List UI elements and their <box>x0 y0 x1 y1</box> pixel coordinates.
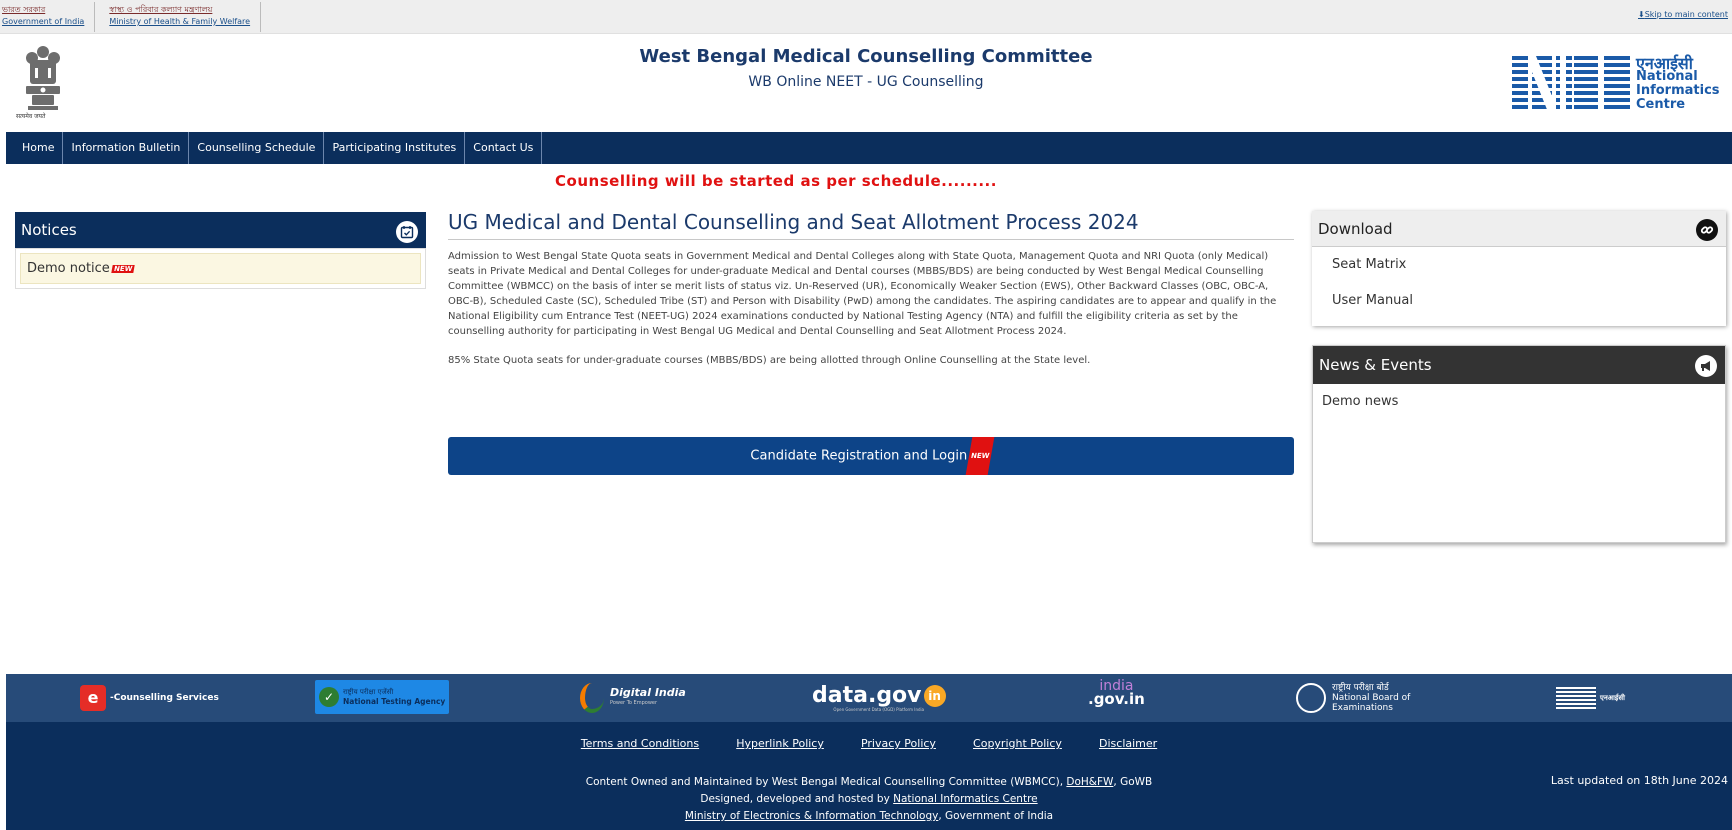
footer-link-terms[interactable]: Terms and Conditions <box>581 737 699 750</box>
cta-label: Candidate Registration and Login <box>750 448 968 464</box>
credit-line-2: Designed, developed and hosted by Nation… <box>700 793 1038 805</box>
digital-india-logo[interactable]: Digital India Power To Empower <box>580 680 686 716</box>
nav-information-bulletin[interactable]: Information Bulletin <box>63 132 190 164</box>
datagov-in-icon: in <box>923 684 946 707</box>
scrolling-announcement: Counselling will be started as per sched… <box>555 172 997 190</box>
nbe-logo[interactable]: राष्ट्रीय परीक्षा बोर्ड National Board o… <box>1296 680 1410 716</box>
nic-line1: National <box>1636 69 1698 84</box>
footer-bottom: Content Owned and Maintained by West Ben… <box>6 762 1732 830</box>
skip-to-main-link[interactable]: ⬇Skip to main content <box>1638 10 1728 19</box>
india-gov-logo[interactable]: india .gov.in <box>1088 679 1145 716</box>
nic-stripes-icon <box>1556 687 1596 709</box>
ministry-en[interactable]: Ministry of Health & Family Welfare <box>109 16 250 28</box>
notice-item[interactable]: Demo notice NEW <box>20 253 421 284</box>
nta-logo[interactable]: ✓ राष्ट्रीय परीक्षा एजेंसी National Test… <box>315 680 449 714</box>
nav-home[interactable]: Home <box>6 132 64 164</box>
footer-link-hyperlink-policy[interactable]: Hyperlink Policy <box>736 737 824 750</box>
footer-link-disclaimer[interactable]: Disclaimer <box>1099 737 1157 750</box>
news-header: News & Events <box>1313 346 1725 384</box>
new-badge-icon: NEW <box>111 264 135 273</box>
nav-participating-institutes[interactable]: Participating Institutes <box>324 132 466 164</box>
download-user-manual[interactable]: User Manual <box>1312 283 1726 319</box>
nav-contact-us[interactable]: Contact Us <box>465 132 543 164</box>
check-circle-icon: ✓ <box>319 687 339 707</box>
site-title: West Bengal Medical Counselling Committe… <box>639 46 1093 67</box>
gov-top-bar: ভারত সরকার Government of India স্বাস্থ্য… <box>0 0 1732 34</box>
footer-links-bar: Terms and Conditions Hyperlink Policy Pr… <box>6 722 1732 762</box>
nbe-seal-icon <box>1296 683 1326 713</box>
main-nav: Home Information Bulletin Counselling Sc… <box>6 132 1732 164</box>
download-header: Download <box>1312 211 1726 247</box>
link-icon <box>1696 219 1718 241</box>
doh-fw-link[interactable]: DoH&FW <box>1066 776 1113 788</box>
notices-panel: Notices Demo notice NEW <box>15 212 426 292</box>
candidate-registration-login-button[interactable]: Candidate Registration and Login NEW <box>448 437 1294 475</box>
quota-paragraph: 85% State Quota seats for under-graduate… <box>448 355 1091 366</box>
notices-body: Demo notice NEW <box>15 248 426 289</box>
notices-title: Notices <box>21 221 77 239</box>
nav-counselling-schedule[interactable]: Counselling Schedule <box>189 132 325 164</box>
ecounselling-logo[interactable]: e -Counselling Services <box>80 680 219 716</box>
arrow-down-icon: ⬇ <box>1638 10 1645 19</box>
last-updated: Last updated on 18th June 2024 <box>1550 774 1728 787</box>
new-badge-icon: NEW <box>965 437 995 475</box>
footer-credits: Content Owned and Maintained by West Ben… <box>6 774 1732 825</box>
emblem-caption: सत्यमेव जयते <box>16 113 46 120</box>
meity-link[interactable]: Ministry of Electronics & Information Te… <box>685 810 939 822</box>
download-seat-matrix[interactable]: Seat Matrix <box>1312 247 1726 283</box>
ecounselling-icon: e <box>80 685 106 711</box>
gov-india-en[interactable]: Government of India <box>2 16 84 28</box>
intro-paragraph: Admission to West Bengal State Quota sea… <box>448 251 1277 337</box>
nic-link[interactable]: National Informatics Centre <box>893 793 1037 805</box>
news-events-panel: News & Events Demo news <box>1312 345 1726 543</box>
download-title: Download <box>1318 220 1393 238</box>
site-header: सत्यमेव जयते West Bengal Medical Counsel… <box>0 34 1732 132</box>
main-content: UG Medical and Dental Counselling and Se… <box>448 210 1294 475</box>
download-panel: Download Seat Matrix User Manual <box>1312 211 1726 326</box>
ministry-link[interactable]: স্বাস্থ্য ও পরিবার কল্যাণ মন্ত্রণালয় Mi… <box>95 2 262 32</box>
notice-text[interactable]: Demo notice <box>27 261 110 276</box>
news-title: News & Events <box>1319 356 1432 374</box>
nic-logo[interactable]: एनआईसी National Informatics Centre <box>1512 54 1720 112</box>
page-heading: UG Medical and Dental Counselling and Se… <box>448 210 1294 240</box>
footer-logo-band: e -Counselling Services ✓ राष्ट्रीय परीक… <box>6 674 1732 722</box>
credit-line-3: Ministry of Electronics & Information Te… <box>684 810 1054 822</box>
notices-header: Notices <box>15 212 426 248</box>
site-subtitle: WB Online NEET - UG Counselling <box>748 74 984 90</box>
megaphone-icon <box>1695 355 1717 377</box>
nic-line2: Informatics <box>1636 83 1720 98</box>
credit-line-1: Content Owned and Maintained by West Ben… <box>585 776 1153 788</box>
footer-link-copyright-policy[interactable]: Copyright Policy <box>973 737 1062 750</box>
news-item[interactable]: Demo news <box>1313 384 1725 419</box>
digital-india-icon <box>580 683 604 713</box>
calendar-check-icon <box>396 221 418 243</box>
gov-india-link[interactable]: ভারত সরকার Government of India <box>0 2 96 32</box>
ministry-bn[interactable]: স্বাস্থ্য ও পরিবার কল্যাণ মন্ত্রণালয় <box>109 4 250 16</box>
datagov-logo[interactable]: data.gov in Open Government Data (OGD) P… <box>812 680 946 716</box>
gov-links: ভারত সরকার Government of India স্বাস্থ্য… <box>0 2 262 32</box>
nic-line3: Centre <box>1636 97 1686 112</box>
gov-india-bn[interactable]: ভারত সরকার <box>2 4 84 16</box>
nic-footer-logo[interactable]: एनआईसी <box>1556 680 1625 716</box>
footer-link-privacy-policy[interactable]: Privacy Policy <box>861 737 936 750</box>
